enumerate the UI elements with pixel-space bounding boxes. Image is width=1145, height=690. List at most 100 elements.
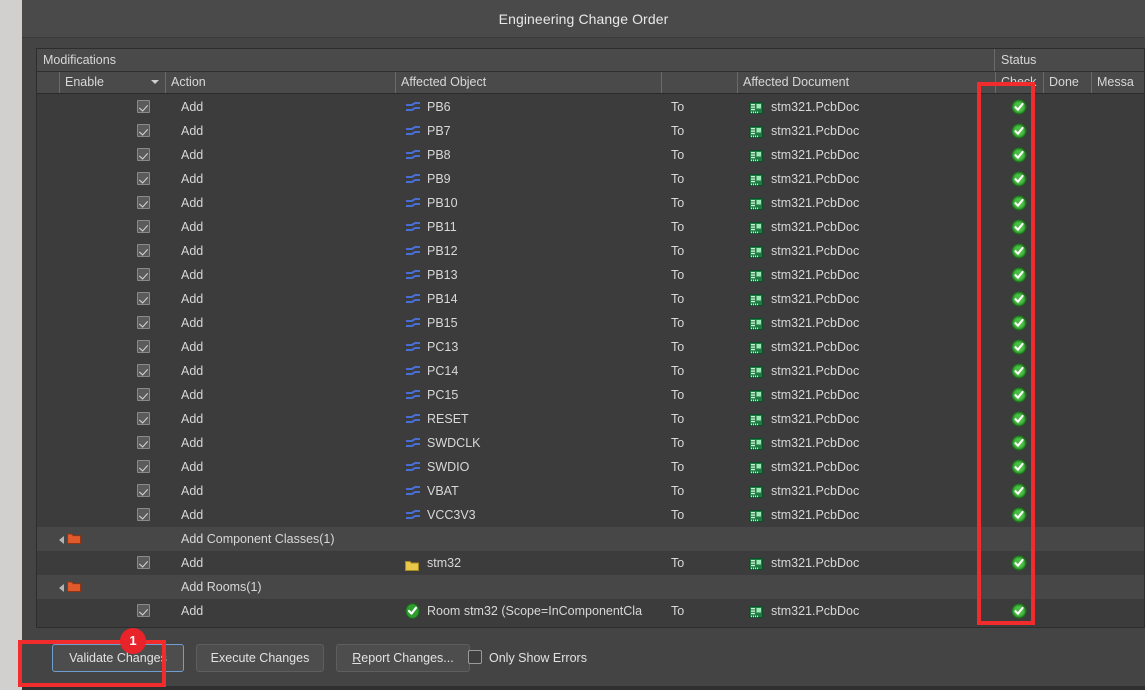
cell-enable[interactable] [59,551,159,575]
table-row[interactable]: Add PB14 To stm321.PcbDoc [37,287,1144,311]
report-changes-button[interactable]: Report Changes... [336,644,470,672]
cell-check [995,119,1043,143]
enable-checkbox[interactable] [137,124,150,137]
column-header-message[interactable]: Messa [1091,72,1144,93]
cell-to: To [671,196,685,210]
column-header-affected-document[interactable]: Affected Document [737,72,995,93]
cell-done [1043,119,1091,143]
affected-object-label: PB6 [427,100,451,114]
table-row[interactable]: Add VBAT To stm321.PcbDoc [37,479,1144,503]
enable-checkbox[interactable] [137,148,150,161]
column-header-check[interactable]: Check [995,72,1043,93]
cell-enable[interactable] [59,263,159,287]
cell-enable[interactable] [59,335,159,359]
column-header-spacer[interactable] [661,72,737,93]
enable-checkbox[interactable] [137,220,150,233]
table-row[interactable]: Add Room stm32 (Scope=InComponentCla To stm… [37,599,1144,623]
cell-enable[interactable] [59,431,159,455]
table-row[interactable]: Add RESET To stm321.PcbDoc [37,407,1144,431]
cell-to: To [671,220,685,234]
grid-body[interactable]: Add PB6 To stm321.PcbDoc Add PB7 To stm321.PcbD… [37,95,1144,627]
enable-checkbox[interactable] [137,172,150,185]
enable-checkbox[interactable] [137,412,150,425]
validate-changes-button[interactable]: Validate Changes [52,644,184,672]
cell-enable[interactable] [59,407,159,431]
cell-enable[interactable] [59,287,159,311]
cell-to: To [671,460,685,474]
table-row[interactable]: Add PC15 To stm321.PcbDoc [37,383,1144,407]
enable-checkbox[interactable] [137,436,150,449]
cell-enable[interactable] [59,215,159,239]
cell-check [995,287,1043,311]
cell-enable[interactable] [59,479,159,503]
cell-enable[interactable] [59,167,159,191]
cell-action: Add [181,436,204,450]
enable-checkbox[interactable] [137,556,150,569]
table-group-row[interactable]: Add Rooms(1) [37,575,1144,599]
checkbox-box-icon [468,650,482,664]
table-row[interactable]: Add PB7 To stm321.PcbDoc [37,119,1144,143]
table-row[interactable]: Add PC14 To stm321.PcbDoc [37,359,1144,383]
table-row[interactable]: Add PC13 To stm321.PcbDoc [37,335,1144,359]
enable-checkbox[interactable] [137,196,150,209]
pcbdoc-icon [749,484,764,498]
cell-action: Add [181,412,204,426]
expand-triangle-icon[interactable] [59,536,64,544]
enable-checkbox[interactable] [137,292,150,305]
column-header-enable[interactable]: Enable [59,72,165,93]
cell-done [1043,263,1091,287]
enable-checkbox[interactable] [137,268,150,281]
folder-yellow-icon [405,556,420,571]
cell-enable[interactable] [59,191,159,215]
enable-checkbox[interactable] [137,316,150,329]
cell-action: Add [181,508,204,522]
enable-checkbox[interactable] [137,244,150,257]
cell-enable[interactable] [59,359,159,383]
cell-action: Add [181,388,204,402]
execute-changes-button[interactable]: Execute Changes [196,644,324,672]
modifications-grid: Modifications Status Enable Action Affec… [36,48,1145,628]
enable-checkbox[interactable] [137,364,150,377]
table-group-row[interactable]: Add Component Classes(1) [37,527,1144,551]
cell-enable[interactable] [59,503,159,527]
column-header-action[interactable]: Action [165,72,395,93]
cell-enable[interactable] [59,311,159,335]
expand-triangle-icon[interactable] [59,584,64,592]
enable-checkbox[interactable] [137,604,150,617]
cell-enable[interactable] [59,143,159,167]
cell-check [995,359,1043,383]
pcbdoc-icon [749,124,764,138]
enable-checkbox[interactable] [137,340,150,353]
table-row[interactable]: Add PB6 To stm321.PcbDoc [37,95,1144,119]
enable-checkbox[interactable] [137,460,150,473]
table-row[interactable]: Add PB13 To stm321.PcbDoc [37,263,1144,287]
cell-to: To [671,436,685,450]
column-header-done[interactable]: Done [1043,72,1091,93]
table-row[interactable]: Add PB9 To stm321.PcbDoc [37,167,1144,191]
table-row[interactable]: Add SWDCLK To stm321.PcbDoc [37,431,1144,455]
cell-enable[interactable] [59,383,159,407]
table-row[interactable]: Add SWDIO To stm321.PcbDoc [37,455,1144,479]
table-row[interactable]: Add PB11 To stm321.PcbDoc [37,215,1144,239]
cell-enable[interactable] [59,119,159,143]
pcbdoc-icon [749,436,764,450]
table-row[interactable]: Add PB8 To stm321.PcbDoc [37,143,1144,167]
enable-checkbox[interactable] [137,508,150,521]
cell-done [1043,503,1091,527]
enable-checkbox[interactable] [137,484,150,497]
annotation-step-badge-1: 1 [120,628,146,654]
cell-enable[interactable] [59,239,159,263]
cell-enable[interactable] [59,95,159,119]
net-icon [405,316,421,330]
table-row[interactable]: Add VCC3V3 To stm321.PcbDoc [37,503,1144,527]
column-header-affected-object[interactable]: Affected Object [395,72,661,93]
table-row[interactable]: Add PB15 To stm321.PcbDoc [37,311,1144,335]
cell-enable[interactable] [59,599,159,623]
table-row[interactable]: Add PB12 To stm321.PcbDoc [37,239,1144,263]
cell-enable[interactable] [59,455,159,479]
enable-checkbox[interactable] [137,388,150,401]
table-row[interactable]: Add PB10 To stm321.PcbDoc [37,191,1144,215]
only-show-errors-checkbox[interactable]: Only Show Errors [468,649,587,669]
table-row[interactable]: Add stm32 To stm321.PcbDoc [37,551,1144,575]
enable-checkbox[interactable] [137,100,150,113]
